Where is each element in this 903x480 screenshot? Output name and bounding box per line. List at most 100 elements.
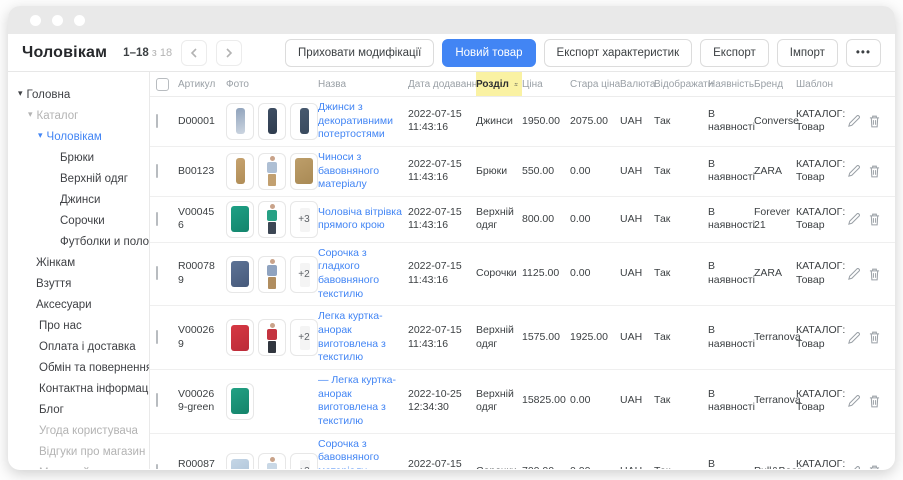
more-actions-button[interactable]: ••• — [846, 39, 881, 67]
product-thumbnail[interactable] — [226, 103, 254, 140]
sidebar-item-угода-користувача[interactable]: Угода користувача — [8, 420, 149, 441]
price-cell: 1950.00 — [522, 115, 570, 129]
product-thumbnail[interactable] — [258, 319, 286, 356]
edit-button[interactable] — [848, 466, 860, 469]
sidebar-item-джинси[interactable]: Джинси — [8, 189, 149, 210]
column-header[interactable]: Шаблон — [796, 72, 854, 96]
row-checkbox[interactable] — [156, 464, 158, 469]
edit-button[interactable] — [848, 332, 860, 344]
column-header[interactable]: Бренд — [754, 72, 796, 96]
sidebar-item-аксесуари[interactable]: Аксесуари — [8, 294, 149, 315]
product-thumbnail[interactable] — [258, 153, 286, 190]
product-thumbnail[interactable] — [226, 153, 254, 190]
row-checkbox[interactable] — [156, 164, 158, 178]
product-name-link[interactable]: Чоловіча вітрівка прямого крою — [318, 206, 402, 232]
product-thumbnail[interactable] — [226, 256, 254, 293]
sidebar-item-головна[interactable]: ▾Головна — [8, 84, 149, 105]
product-thumbnail[interactable] — [258, 256, 286, 293]
sidebar-item-каталог[interactable]: ▾Каталог — [8, 105, 149, 126]
edit-button[interactable] — [848, 115, 860, 127]
product-name-link[interactable]: Сорочка з бавовняного матеріалу притален… — [318, 438, 379, 469]
export-characteristics-button[interactable]: Експорт характеристик — [544, 39, 693, 67]
row-checkbox[interactable] — [156, 114, 158, 128]
product-thumbnail[interactable] — [290, 153, 318, 190]
column-header[interactable]: Назва — [318, 72, 408, 96]
prev-page-button[interactable] — [181, 40, 207, 66]
sidebar-item-чоловікам[interactable]: ▾Чоловікам — [8, 126, 149, 147]
row-checkbox[interactable] — [156, 212, 158, 226]
minimize-window-button[interactable] — [52, 15, 63, 26]
chevron-down-icon: ▾ — [18, 88, 23, 99]
column-header[interactable]: Дата додавання — [408, 72, 476, 96]
product-thumbnail[interactable] — [226, 319, 254, 356]
maximize-window-button[interactable] — [74, 15, 85, 26]
name-cell: Сорочка з бавовняного матеріалу притален… — [318, 438, 408, 469]
product-name-link[interactable]: Легка куртка-анорак виготовлена з тексти… — [318, 310, 386, 363]
row-checkbox[interactable] — [156, 393, 158, 407]
import-button[interactable]: Імпорт — [777, 39, 838, 67]
photos-cell: +3 — [226, 201, 318, 238]
next-page-button[interactable] — [216, 40, 242, 66]
column-header[interactable]: Стара ціна — [570, 72, 620, 96]
sidebar-item-контактна-інформація[interactable]: Контактна інформація — [8, 378, 149, 399]
sidebar-item-блог[interactable]: Блог — [8, 399, 149, 420]
product-thumbnail[interactable] — [290, 103, 318, 140]
delete-button[interactable] — [869, 395, 880, 408]
sidebar-item-обмін-та-повернення[interactable]: Обмін та повернення — [8, 357, 149, 378]
column-header[interactable]: Артикул — [178, 72, 226, 96]
edit-button[interactable] — [848, 268, 860, 280]
sidebar-item-про-нас[interactable]: Про нас — [8, 315, 149, 336]
new-product-button[interactable]: Новий товар — [442, 39, 535, 67]
delete-button[interactable] — [869, 115, 880, 128]
sidebar-item-оплата-і-доставка[interactable]: Оплата і доставка — [8, 336, 149, 357]
product-name-link[interactable]: Джинси з декоративними потертостями — [318, 101, 393, 140]
product-name-link[interactable]: Чиноси з бавовняного матеріалу — [318, 151, 379, 190]
edit-button[interactable] — [848, 165, 860, 177]
column-header[interactable]: Відображати — [654, 72, 708, 96]
hide-modifications-button[interactable]: Приховати модифікації — [285, 39, 434, 67]
sidebar-item-верхній-одяг[interactable]: Верхній одяг — [8, 168, 149, 189]
row-actions — [854, 395, 890, 408]
old-price-cell: 0.00 — [570, 394, 620, 408]
product-thumbnail[interactable] — [258, 103, 286, 140]
sidebar-item-футболки-и-поло[interactable]: Футболки и поло — [8, 231, 149, 252]
row-checkbox[interactable] — [156, 330, 158, 344]
column-header-sorted[interactable]: Розділ — [476, 72, 522, 96]
product-thumbnail[interactable]: +2 — [290, 319, 318, 356]
column-header[interactable]: Ціна — [522, 72, 570, 96]
sidebar-item-взуття[interactable]: Взуття — [8, 273, 149, 294]
column-header[interactable]: Валюта — [620, 72, 654, 96]
product-thumbnail[interactable] — [226, 383, 254, 420]
product-photo — [231, 388, 249, 414]
product-thumbnail[interactable] — [226, 201, 254, 238]
product-thumbnail[interactable] — [258, 453, 286, 469]
row-checkbox[interactable] — [156, 266, 158, 280]
sort-arrows-icon[interactable] — [514, 80, 518, 89]
column-header[interactable]: Фото — [226, 72, 318, 96]
export-button[interactable]: Експорт — [700, 39, 769, 67]
edit-button[interactable] — [848, 213, 860, 225]
sidebar-item-брюки[interactable]: Брюки — [8, 147, 149, 168]
sidebar-item-відгуки-про-магазин[interactable]: Відгуки про магазин — [8, 441, 149, 462]
close-window-button[interactable] — [30, 15, 41, 26]
delete-button[interactable] — [869, 213, 880, 226]
product-thumbnail[interactable]: +2 — [290, 453, 318, 469]
column-header[interactable]: Наявність — [708, 72, 754, 96]
product-name-link[interactable]: — Легка куртка-анорак виготовлена з текс… — [318, 374, 396, 427]
product-thumbnail[interactable]: +2 — [290, 256, 318, 293]
sidebar-item-сорочки[interactable]: Сорочки — [8, 210, 149, 231]
product-thumbnail[interactable]: +3 — [290, 201, 318, 238]
edit-button[interactable] — [848, 395, 860, 407]
sidebar-item-мапа-сайту[interactable]: Мапа сайту — [8, 462, 149, 469]
delete-button[interactable] — [869, 331, 880, 344]
delete-button[interactable] — [869, 268, 880, 281]
product-name-link[interactable]: Сорочка з гладкого бавовняного текстилю — [318, 247, 379, 300]
sidebar-item-label: Про нас — [39, 320, 82, 332]
product-thumbnail[interactable] — [226, 453, 254, 469]
sidebar-item-жінкам[interactable]: Жінкам — [8, 252, 149, 273]
delete-button[interactable] — [869, 165, 880, 178]
column-header-label: Розділ — [476, 79, 509, 90]
product-thumbnail[interactable] — [258, 201, 286, 238]
select-all-checkbox[interactable] — [156, 78, 169, 91]
delete-button[interactable] — [869, 465, 880, 469]
